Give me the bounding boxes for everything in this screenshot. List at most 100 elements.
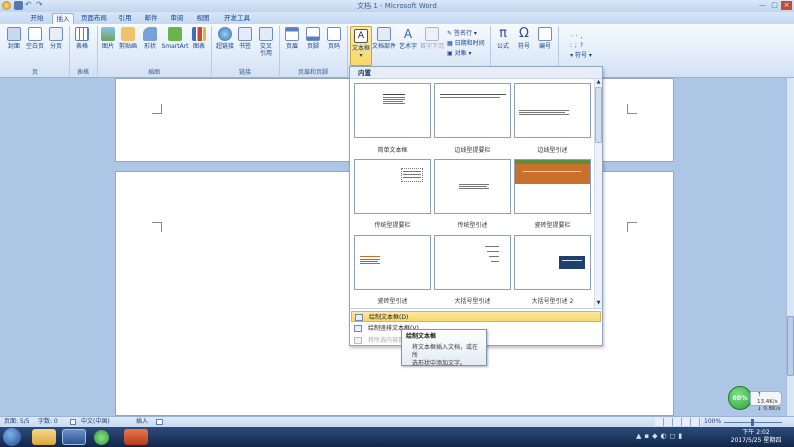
- gallery-thumb-brace-quote[interactable]: [434, 235, 511, 290]
- date-time-button[interactable]: ▦ 日期和时间: [447, 39, 487, 49]
- blank-page-icon: [28, 27, 42, 41]
- cross-reference-button[interactable]: 交叉 引用: [256, 27, 276, 57]
- save-selection-icon: [354, 337, 362, 344]
- page-count[interactable]: 页面: 5/5: [4, 417, 30, 427]
- special-symbol-button[interactable]: ▾ 符号 ▾: [566, 52, 596, 59]
- footer-icon: [306, 27, 320, 41]
- header-button[interactable]: 页眉: [282, 27, 302, 50]
- footer-button[interactable]: 页脚: [303, 27, 323, 50]
- tab-mailings[interactable]: 邮件: [140, 13, 162, 24]
- draw-textbox-icon: [355, 314, 363, 321]
- object-button[interactable]: ▣ 对象 ▾: [447, 49, 487, 59]
- net-percent-badge[interactable]: 60%: [728, 386, 752, 410]
- chart-icon: [192, 27, 206, 41]
- download-speed: ↓ 0.8K/s: [757, 406, 781, 412]
- gallery-thumb-traditional-quote[interactable]: [434, 159, 511, 214]
- gallery-label: 瓷砖型引述: [377, 298, 408, 305]
- wordart-icon: A: [403, 27, 413, 41]
- equation-button[interactable]: π 公式: [494, 27, 512, 51]
- scroll-up-icon[interactable]: ▲: [595, 79, 602, 86]
- quick-parts-icon: [377, 27, 391, 41]
- gallery-label: 传统型引述: [457, 222, 488, 229]
- maximize-icon[interactable]: □: [769, 1, 780, 10]
- zoom-level[interactable]: 100%: [704, 417, 721, 427]
- title-bar: ↶ ↷ 文档 1 - Microsoft Word — □ ×: [0, 0, 794, 12]
- macro-record-icon[interactable]: [156, 419, 163, 425]
- blank-page-button[interactable]: 空白页: [24, 27, 46, 50]
- close-icon[interactable]: ×: [781, 1, 792, 10]
- group-illustrations-label: 插图: [147, 69, 160, 76]
- browser-taskbar-icon[interactable]: [94, 430, 109, 445]
- tab-view[interactable]: 视图: [192, 13, 214, 24]
- tab-home[interactable]: 开始: [26, 13, 48, 24]
- gallery-thumb-traditional-sidebar[interactable]: [354, 159, 431, 214]
- gallery-thumb-tile-sidebar[interactable]: [514, 159, 591, 214]
- page-number-button[interactable]: 页码: [324, 27, 344, 50]
- chart-button[interactable]: 图表: [190, 27, 208, 50]
- table-button[interactable]: 表格: [72, 27, 92, 50]
- cover-page-button[interactable]: 封面: [4, 27, 24, 50]
- crop-mark: [627, 222, 637, 232]
- gallery-label: 边线型引述: [537, 147, 568, 154]
- gallery-thumb-edge-quote[interactable]: [514, 83, 591, 138]
- gallery-thumb-simple-textbox[interactable]: [354, 83, 431, 138]
- tab-references[interactable]: 引用: [114, 13, 136, 24]
- tab-developer[interactable]: 开发工具: [220, 13, 254, 24]
- tray-icons[interactable]: ▲▪◆◐◻▮: [636, 432, 716, 442]
- group-header-footer-label: 页眉和页脚: [297, 69, 328, 76]
- menu-divider: [350, 308, 602, 309]
- table-icon: [75, 27, 89, 41]
- explorer-taskbar-icon[interactable]: [32, 429, 56, 445]
- menu-item-draw-textbox[interactable]: 绘制文本框(D): [351, 311, 601, 322]
- smartart-button[interactable]: SmartArt: [160, 27, 190, 50]
- word-count[interactable]: 字数: 0: [38, 417, 58, 427]
- tab-insert[interactable]: 插入: [52, 13, 74, 24]
- wordart-button[interactable]: A 艺术字: [397, 27, 419, 50]
- special-symbol-grid[interactable]: ··,:;?: [563, 32, 593, 50]
- textbox-button[interactable]: A 文本框 ▾: [350, 26, 372, 66]
- zoom-slider-thumb[interactable]: [751, 419, 754, 426]
- start-button[interactable]: [3, 428, 21, 446]
- vertical-scrollbar[interactable]: [786, 78, 794, 416]
- insert-mode[interactable]: 插入: [136, 417, 148, 427]
- word-taskbar-icon[interactable]: [62, 429, 86, 445]
- signature-line-button[interactable]: ✎ 签名行 ▾: [447, 29, 487, 39]
- picture-button[interactable]: 图片: [99, 27, 117, 50]
- number-button[interactable]: 编号: [536, 27, 554, 50]
- minimize-icon[interactable]: —: [757, 1, 768, 10]
- cross-reference-icon: [259, 27, 273, 41]
- bookmark-button[interactable]: 书签: [236, 27, 254, 50]
- gallery-scrollbar[interactable]: ▲ ▼: [594, 79, 602, 308]
- omega-icon: Ω: [519, 26, 529, 41]
- dropcap-button[interactable]: 首字下沉: [419, 27, 445, 50]
- header-icon: [285, 27, 299, 41]
- status-bar: 页面: 5/5 字数: 0 中文(中国) 插入 100%: [0, 416, 794, 427]
- view-buttons[interactable]: [655, 418, 701, 426]
- ribbon-separator: [347, 26, 348, 76]
- gallery-label: 简单文本框: [377, 147, 408, 154]
- gallery-thumb-edge-sidebar[interactable]: [434, 83, 511, 138]
- tab-review[interactable]: 审阅: [166, 13, 188, 24]
- clock[interactable]: 下午 2:02 2017/5/25 星期四: [720, 429, 792, 445]
- scroll-down-icon[interactable]: ▼: [595, 300, 602, 307]
- symbol-button[interactable]: Ω 符号: [515, 26, 533, 51]
- textbox-gallery: 内置 简单文本框 边线型提要栏 边线型引述 传统型提要栏 传统型引述 瓷砖型提要…: [349, 66, 603, 346]
- powerpoint-taskbar-icon[interactable]: [124, 429, 148, 445]
- group-tables-label: 表格: [76, 69, 89, 76]
- shapes-button[interactable]: 形状: [140, 27, 160, 50]
- scrollbar-thumb[interactable]: [787, 316, 794, 376]
- crop-mark: [152, 104, 162, 114]
- tab-page-layout[interactable]: 页面布局: [78, 13, 110, 24]
- proofing-icon[interactable]: [70, 419, 76, 425]
- page-break-button[interactable]: 分页: [46, 27, 66, 50]
- gallery-thumb-brace-quote-2[interactable]: [514, 235, 591, 290]
- gallery-thumb-tile-quote[interactable]: [354, 235, 431, 290]
- language[interactable]: 中文(中国): [81, 417, 110, 427]
- picture-icon: [101, 27, 115, 41]
- gallery-scroll-thumb[interactable]: [595, 87, 602, 143]
- hyperlink-button[interactable]: 超链接: [214, 27, 236, 50]
- gallery-label: 大括号型引述 2: [531, 298, 574, 305]
- clipart-button[interactable]: 剪贴画: [117, 27, 139, 50]
- shapes-icon: [143, 27, 157, 41]
- quick-parts-button[interactable]: 文档部件: [372, 27, 396, 50]
